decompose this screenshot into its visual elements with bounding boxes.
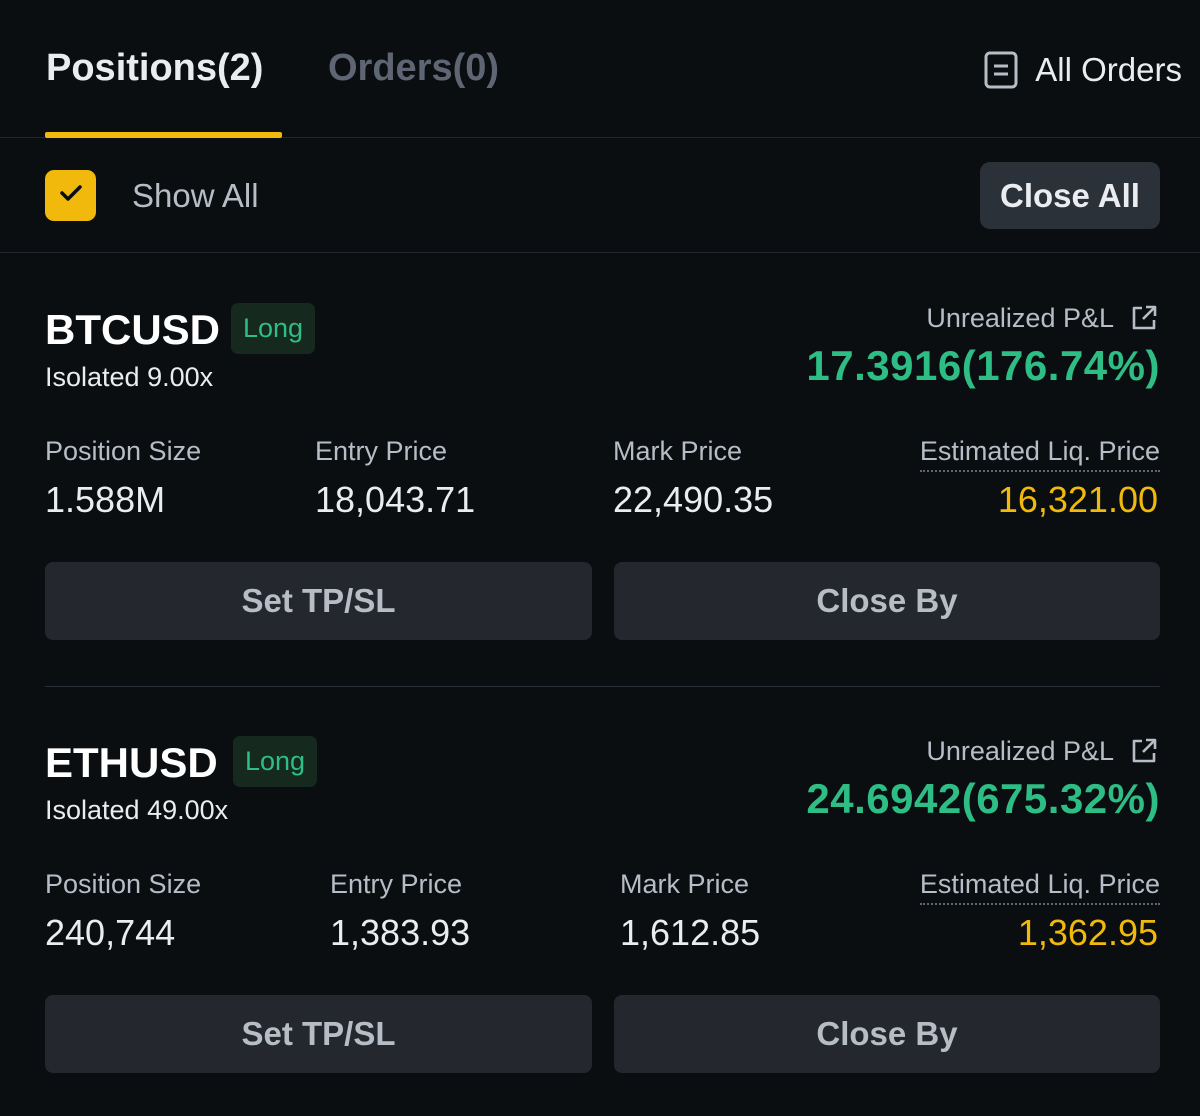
close-by-button[interactable]: Close By xyxy=(614,562,1160,640)
entry-price-value: 18,043.71 xyxy=(315,479,476,520)
entry-price-label: Entry Price xyxy=(315,436,448,466)
unrealized-pnl-header: Unrealized P&L xyxy=(926,733,1160,769)
show-all-checkbox[interactable] xyxy=(45,170,96,221)
close-by-button[interactable]: Close By xyxy=(614,995,1160,1073)
liq-price-value: 1,362.95 xyxy=(1017,912,1158,953)
tabs-bar: Positions(2) Orders(0) All Orders xyxy=(0,0,1200,138)
position-card-ethusd: ETHUSD Long Isolated 49.00x Unrealized P… xyxy=(45,733,1160,1113)
close-all-button[interactable]: Close All xyxy=(980,162,1160,229)
unrealized-pnl-value: 24.6942(675.32%) xyxy=(806,775,1160,822)
all-orders-button[interactable]: All Orders xyxy=(983,48,1182,92)
position-size-value: 1.588M xyxy=(45,479,166,520)
document-list-icon xyxy=(983,50,1019,90)
unrealized-pnl-header: Unrealized P&L xyxy=(926,300,1160,336)
tab-orders[interactable]: Orders(0) xyxy=(328,44,499,92)
liq-price-label[interactable]: Estimated Liq. Price xyxy=(919,867,1160,905)
card-divider xyxy=(45,686,1160,687)
mark-price-value: 1,612.85 xyxy=(620,912,761,953)
position-card-btcusd: BTCUSD Long Isolated 9.00x Unrealized P&… xyxy=(45,300,1160,680)
mark-price-value: 22,490.35 xyxy=(613,479,774,520)
unrealized-pnl-value: 17.3916(176.74%) xyxy=(806,342,1160,389)
liq-price-label[interactable]: Estimated Liq. Price xyxy=(919,434,1160,472)
share-icon[interactable] xyxy=(1128,302,1160,334)
mark-price-label: Mark Price xyxy=(613,436,743,466)
position-size-label: Position Size xyxy=(45,436,202,466)
unrealized-pnl-label: Unrealized P&L xyxy=(926,736,1114,766)
margin-mode[interactable]: Isolated 49.00x xyxy=(45,793,228,827)
mark-price-label: Mark Price xyxy=(620,869,750,899)
show-all-label[interactable]: Show All xyxy=(132,176,259,216)
position-side-badge: Long xyxy=(233,736,318,787)
share-icon[interactable] xyxy=(1128,735,1160,767)
checkmark-icon xyxy=(58,182,84,209)
entry-price-label: Entry Price xyxy=(330,869,463,899)
set-tpsl-button[interactable]: Set TP/SL xyxy=(45,995,592,1073)
position-size-value: 240,744 xyxy=(45,912,176,953)
filter-row: Show All Close All xyxy=(0,138,1200,253)
position-symbol[interactable]: ETHUSD xyxy=(45,737,218,789)
set-tpsl-button[interactable]: Set TP/SL xyxy=(45,562,592,640)
unrealized-pnl-label: Unrealized P&L xyxy=(926,303,1114,333)
all-orders-label: All Orders xyxy=(1035,51,1182,88)
position-side-badge: Long xyxy=(231,303,316,354)
entry-price-value: 1,383.93 xyxy=(330,912,471,953)
tab-positions[interactable]: Positions(2) xyxy=(46,44,263,92)
liq-price-value: 16,321.00 xyxy=(997,479,1158,520)
position-symbol[interactable]: BTCUSD xyxy=(45,304,220,356)
position-size-label: Position Size xyxy=(45,869,202,899)
margin-mode[interactable]: Isolated 9.00x xyxy=(45,360,213,394)
